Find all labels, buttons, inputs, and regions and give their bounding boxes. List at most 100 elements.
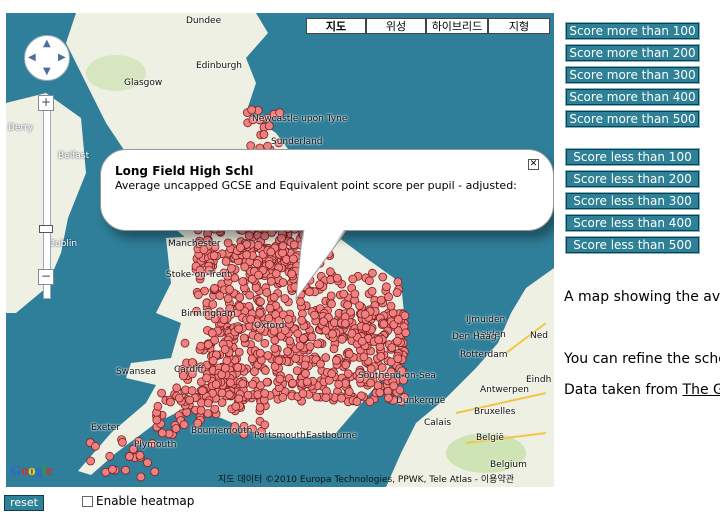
school-marker[interactable] <box>187 386 197 396</box>
score-less-than-400-button[interactable]: Score less than 400 <box>565 214 700 232</box>
school-marker[interactable] <box>125 452 134 461</box>
school-marker[interactable] <box>260 338 270 348</box>
school-marker[interactable] <box>348 274 358 284</box>
school-marker[interactable] <box>302 377 312 387</box>
school-marker[interactable] <box>215 291 225 301</box>
school-marker[interactable] <box>316 359 325 369</box>
school-marker[interactable] <box>221 257 231 266</box>
school-marker[interactable] <box>305 342 315 351</box>
zoom-in-button[interactable]: + <box>38 95 54 111</box>
school-marker[interactable] <box>315 280 325 290</box>
school-marker[interactable] <box>379 319 389 329</box>
school-marker[interactable] <box>174 393 184 403</box>
school-marker[interactable] <box>319 317 329 326</box>
school-marker[interactable] <box>270 343 280 353</box>
school-marker[interactable] <box>392 288 402 298</box>
school-marker[interactable] <box>262 377 272 387</box>
school-marker[interactable] <box>393 314 403 324</box>
school-marker[interactable] <box>243 390 253 400</box>
school-marker[interactable] <box>307 238 317 248</box>
school-marker[interactable] <box>298 389 308 399</box>
school-marker[interactable] <box>297 315 307 325</box>
map-canvas[interactable]: 지도 위성 하이브리드 지형 Dundee Edinburgh Glasgow Der… <box>6 13 554 487</box>
school-marker[interactable] <box>208 299 218 309</box>
school-marker[interactable] <box>274 355 284 365</box>
school-marker[interactable] <box>240 262 250 272</box>
school-marker[interactable] <box>296 297 305 307</box>
school-marker[interactable] <box>299 334 308 343</box>
school-marker[interactable] <box>234 324 244 334</box>
school-marker[interactable] <box>331 355 341 365</box>
school-marker[interactable] <box>225 284 235 294</box>
school-marker[interactable] <box>374 335 384 345</box>
school-marker[interactable] <box>307 332 317 342</box>
heatmap-checkbox[interactable] <box>82 496 93 507</box>
school-marker[interactable] <box>222 356 232 366</box>
zoom-slider-handle[interactable] <box>39 225 53 233</box>
school-marker[interactable] <box>231 402 241 411</box>
school-marker[interactable] <box>359 352 369 362</box>
school-marker[interactable] <box>357 336 367 346</box>
school-marker[interactable] <box>383 393 393 403</box>
school-marker[interactable] <box>275 374 285 384</box>
school-marker[interactable] <box>193 290 203 300</box>
school-marker[interactable] <box>360 309 370 319</box>
school-marker[interactable] <box>271 269 281 279</box>
school-marker[interactable] <box>376 295 386 305</box>
school-marker[interactable] <box>247 105 257 115</box>
map-type-hybrid-button[interactable]: 하이브리드 <box>426 18 488 34</box>
school-marker[interactable] <box>341 360 351 370</box>
school-marker[interactable] <box>352 397 362 407</box>
score-more-than-300-button[interactable]: Score more than 300 <box>565 66 700 84</box>
school-marker[interactable] <box>321 353 331 362</box>
school-marker[interactable] <box>278 392 288 402</box>
school-marker[interactable] <box>245 290 255 300</box>
pan-down-icon[interactable]: ▼ <box>43 67 51 77</box>
school-marker[interactable] <box>386 301 396 311</box>
school-marker[interactable] <box>223 238 233 248</box>
school-marker[interactable] <box>234 347 244 357</box>
school-marker[interactable] <box>266 276 276 286</box>
school-marker[interactable] <box>284 314 293 324</box>
map-type-map-button[interactable]: 지도 <box>306 18 366 34</box>
school-marker[interactable] <box>327 299 336 309</box>
school-marker[interactable] <box>297 274 307 284</box>
score-more-than-500-button[interactable]: Score more than 500 <box>565 110 700 128</box>
school-marker[interactable] <box>289 240 299 250</box>
school-marker[interactable] <box>312 392 322 402</box>
school-marker[interactable] <box>301 369 310 378</box>
school-marker[interactable] <box>223 294 233 304</box>
school-marker[interactable] <box>262 288 272 297</box>
school-marker[interactable] <box>136 472 146 482</box>
pan-up-icon[interactable]: ▲ <box>43 39 51 49</box>
school-marker[interactable] <box>269 292 279 302</box>
school-marker[interactable] <box>290 282 300 292</box>
school-marker[interactable] <box>283 347 292 356</box>
school-marker[interactable] <box>337 393 346 403</box>
school-marker[interactable] <box>153 401 163 411</box>
school-marker[interactable] <box>242 250 252 260</box>
school-marker[interactable] <box>152 415 162 425</box>
school-marker[interactable] <box>367 286 377 296</box>
school-marker[interactable] <box>203 398 213 408</box>
school-marker[interactable] <box>312 258 322 268</box>
map-type-satellite-button[interactable]: 위성 <box>366 18 426 34</box>
school-marker[interactable] <box>196 341 206 351</box>
school-marker[interactable] <box>220 363 230 373</box>
school-marker[interactable] <box>157 388 167 398</box>
school-marker[interactable] <box>225 378 235 388</box>
school-marker[interactable] <box>324 249 334 259</box>
school-marker[interactable] <box>327 369 337 379</box>
school-marker[interactable] <box>361 323 371 333</box>
school-marker[interactable] <box>326 291 336 301</box>
school-marker[interactable] <box>235 301 245 311</box>
school-marker[interactable] <box>365 397 375 407</box>
score-more-than-200-button[interactable]: Score more than 200 <box>565 44 700 62</box>
school-marker[interactable] <box>180 338 190 348</box>
score-more-than-400-button[interactable]: Score more than 400 <box>565 88 700 106</box>
school-marker[interactable] <box>291 353 301 363</box>
school-marker[interactable] <box>208 356 218 366</box>
school-marker[interactable] <box>182 407 192 417</box>
school-marker[interactable] <box>235 243 245 252</box>
school-marker[interactable] <box>280 294 290 303</box>
